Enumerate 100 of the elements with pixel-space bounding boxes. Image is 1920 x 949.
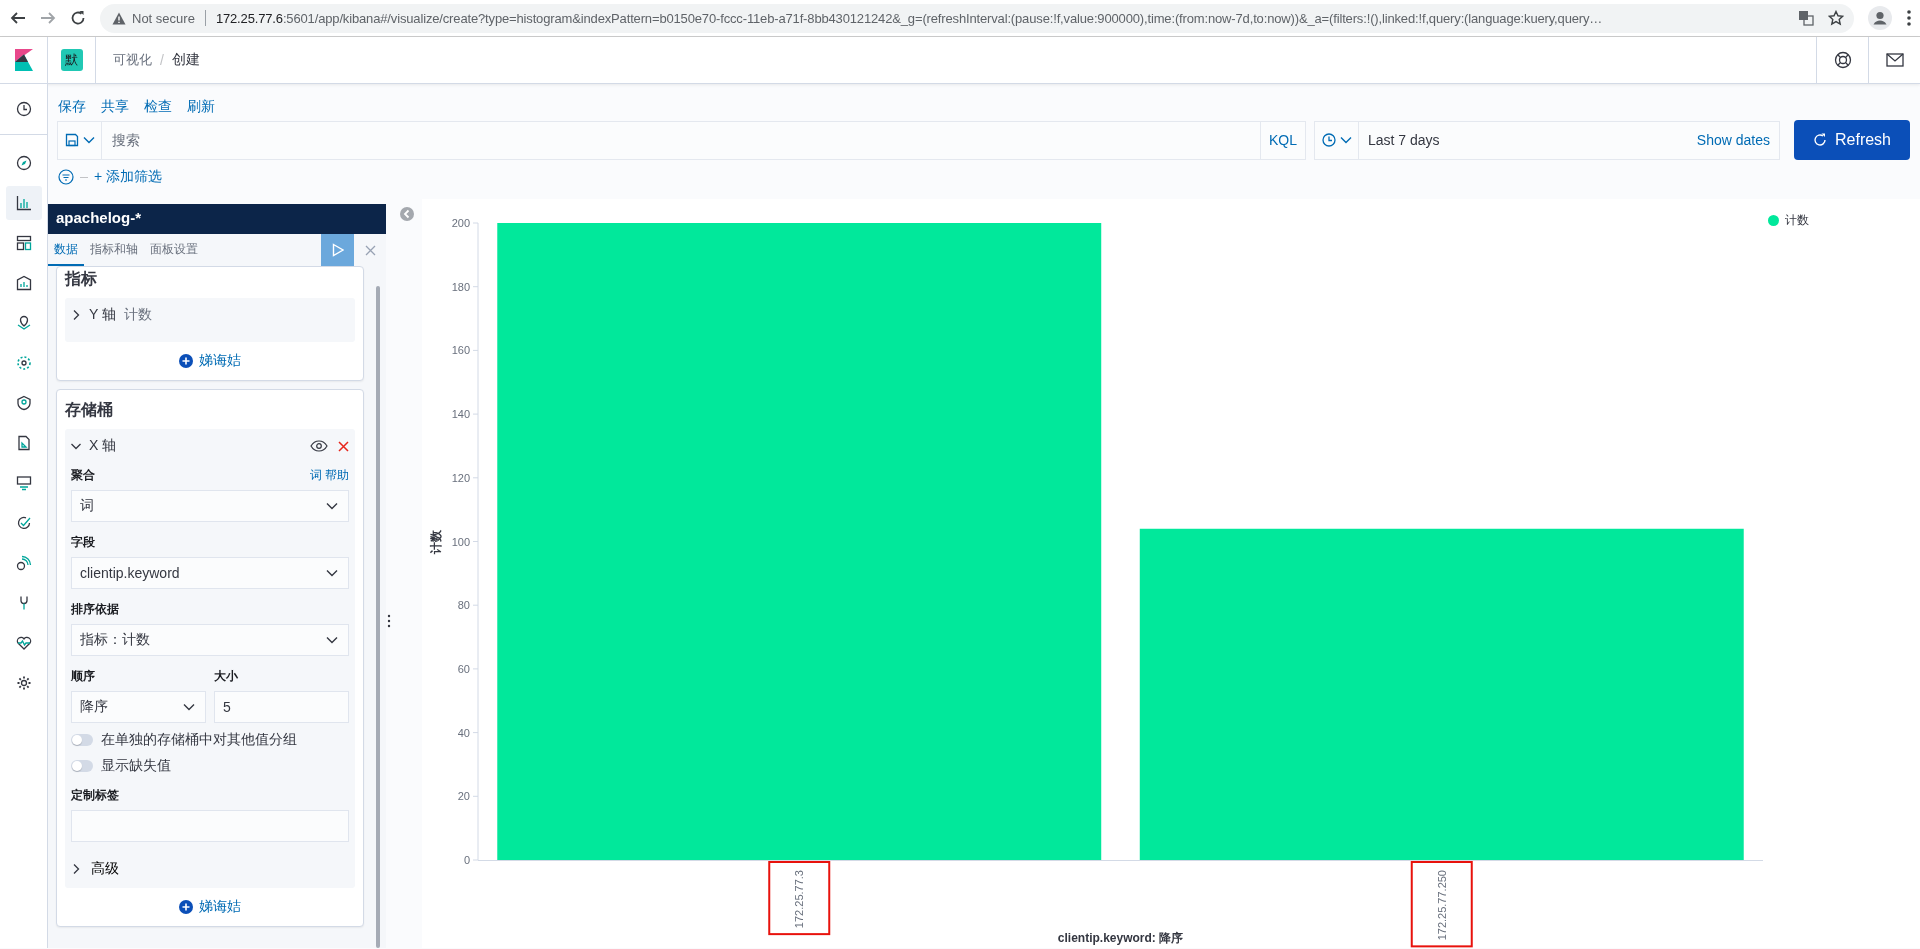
axis-title: clientip.keyword: 降序 <box>1057 931 1184 945</box>
compass-icon <box>15 155 32 171</box>
back-icon[interactable] <box>10 10 26 26</box>
close-icon <box>338 440 349 452</box>
dropdown[interactable]: 降序 <box>71 691 206 723</box>
chevron-icon <box>71 864 81 874</box>
tick-label: 120 <box>451 471 470 484</box>
resize-handle-icon[interactable] <box>387 614 391 628</box>
user-shield-icon <box>15 395 32 411</box>
eye-toggle-button[interactable] <box>310 440 328 452</box>
caret-icon <box>326 636 338 644</box>
check-circle-icon <box>15 515 32 531</box>
plus-circle-icon <box>179 900 193 914</box>
lifebuoy-icon[interactable] <box>1833 51 1852 69</box>
toggle-switch[interactable] <box>71 760 93 772</box>
section-title: 指标 <box>65 269 98 289</box>
scrollbar[interactable] <box>376 286 380 948</box>
axis-title: 计数 <box>429 529 443 554</box>
accordion-toggle[interactable]: X 轴 <box>71 437 310 455</box>
field-label: 聚合 <box>71 467 95 484</box>
field-label: 定制标签 <box>71 787 119 804</box>
tick-label: 200 <box>451 217 470 229</box>
remove-button[interactable] <box>338 440 349 452</box>
address-bar[interactable] <box>100 3 1854 33</box>
editor-tab[interactable]: 面板设置 <box>144 234 204 266</box>
filter-icon[interactable] <box>58 169 74 185</box>
caret-icon <box>183 703 195 711</box>
caret-icon <box>326 569 338 577</box>
breadcrumb-separator: / <box>160 52 164 68</box>
plus-circle-icon <box>179 354 193 368</box>
field-label: 大小 <box>214 668 238 685</box>
settings-icon <box>15 675 32 691</box>
map-pin-icon <box>15 315 32 331</box>
caret-icon <box>1339 136 1352 144</box>
help-link[interactable]: 词 帮助 <box>309 467 349 484</box>
switch-label: 显示缺失值 <box>101 757 171 775</box>
breadcrumb[interactable]: 可视化 <box>113 51 152 69</box>
accordion-toggle[interactable]: 高级 <box>71 854 119 878</box>
search-field[interactable]: 搜索 <box>102 121 1260 159</box>
tick-label: 172.25.77.250 <box>1435 870 1448 941</box>
dropdown[interactable]: clientip.keyword <box>71 557 349 589</box>
refresh-button[interactable]: Refresh <box>1794 120 1910 160</box>
profile-icon[interactable] <box>1868 6 1892 30</box>
toggle-switch[interactable] <box>71 734 93 746</box>
date-range: Last 7 days <box>1367 132 1441 148</box>
tick-label: 180 <box>451 280 470 293</box>
security-label: Not secure <box>132 10 195 26</box>
play-icon <box>331 243 344 257</box>
monitor-icon <box>15 475 32 491</box>
section-title: 存储桶 <box>65 400 114 420</box>
refresh-icon <box>1813 133 1827 147</box>
heart-pulse-icon <box>15 635 32 651</box>
url-text: 172.25.77.6:5601/app/kibana#/visualize/create?type=histogram&indexPattern=b0150e70-fccc-11eb-a71f-8bb430121242&_g=(refreshInterval:(pause:!f,value:900000),time:(from:now-7d,to:now))&_a=(filters:!(),linked:!f,query:(language:kuery,query… <box>215 10 1604 26</box>
document-chart-icon <box>15 435 32 451</box>
menu-link[interactable]: 共享 <box>101 94 129 120</box>
nav-item[interactable] <box>5 186 42 220</box>
tick-label: 40 <box>457 726 470 739</box>
tick-label: 100 <box>451 535 470 548</box>
menu-link[interactable]: 检查 <box>144 94 172 120</box>
mail-icon[interactable] <box>1885 53 1904 67</box>
language-button[interactable]: KQL <box>1260 121 1305 159</box>
breadcrumb: 创建 <box>171 51 200 69</box>
space-badge[interactable]: 默 <box>60 49 83 71</box>
legend-item[interactable]: 计数 <box>1768 212 1920 229</box>
number-field[interactable]: 5 <box>214 691 349 723</box>
query-bar[interactable]: 搜索 KQL <box>57 120 1306 160</box>
field-label: 字段 <box>71 534 95 551</box>
chevron-icon <box>71 310 81 320</box>
tick-label: 20 <box>457 790 470 803</box>
dropdown[interactable]: 词 <box>71 490 349 522</box>
text-field[interactable] <box>71 810 349 842</box>
reload-icon[interactable] <box>70 10 86 26</box>
add-button[interactable]: 娣诲姞 <box>179 898 241 916</box>
field-label: 排序依据 <box>71 601 119 618</box>
tick-label: 60 <box>457 662 470 675</box>
tick-label: 0 <box>463 854 470 866</box>
building-icon <box>15 275 32 291</box>
show-dates-link[interactable]: Show dates <box>1696 132 1779 148</box>
star-icon[interactable] <box>1828 10 1844 26</box>
dropdown[interactable]: 指标：计数 <box>71 624 349 656</box>
logo-icon[interactable] <box>14 49 33 71</box>
caret-icon <box>82 136 95 144</box>
bar-chart-icon <box>15 195 32 211</box>
translate-icon[interactable] <box>1798 10 1814 26</box>
tick-label: 172.25.77.3 <box>793 870 806 929</box>
editor-tab[interactable]: 指标和轴 <box>84 234 144 266</box>
accordion-toggle[interactable]: Y 轴 计数 <box>71 306 349 324</box>
caret-icon <box>326 502 338 510</box>
tick-label: 80 <box>457 599 470 612</box>
tick-label: 160 <box>451 344 470 357</box>
warning-icon <box>112 11 126 25</box>
chevron-icon <box>71 441 81 451</box>
dotted-ring-icon <box>15 355 32 371</box>
add-filter-link[interactable]: + 添加筛选 <box>94 168 163 186</box>
layout-icon <box>15 235 32 251</box>
menu-link[interactable]: 刷新 <box>187 94 215 120</box>
tick-label: 140 <box>451 408 470 421</box>
menu-icon[interactable] <box>1906 9 1912 27</box>
add-button[interactable]: 娣诲姞 <box>179 352 241 370</box>
menu-link[interactable]: 保存 <box>58 94 86 120</box>
